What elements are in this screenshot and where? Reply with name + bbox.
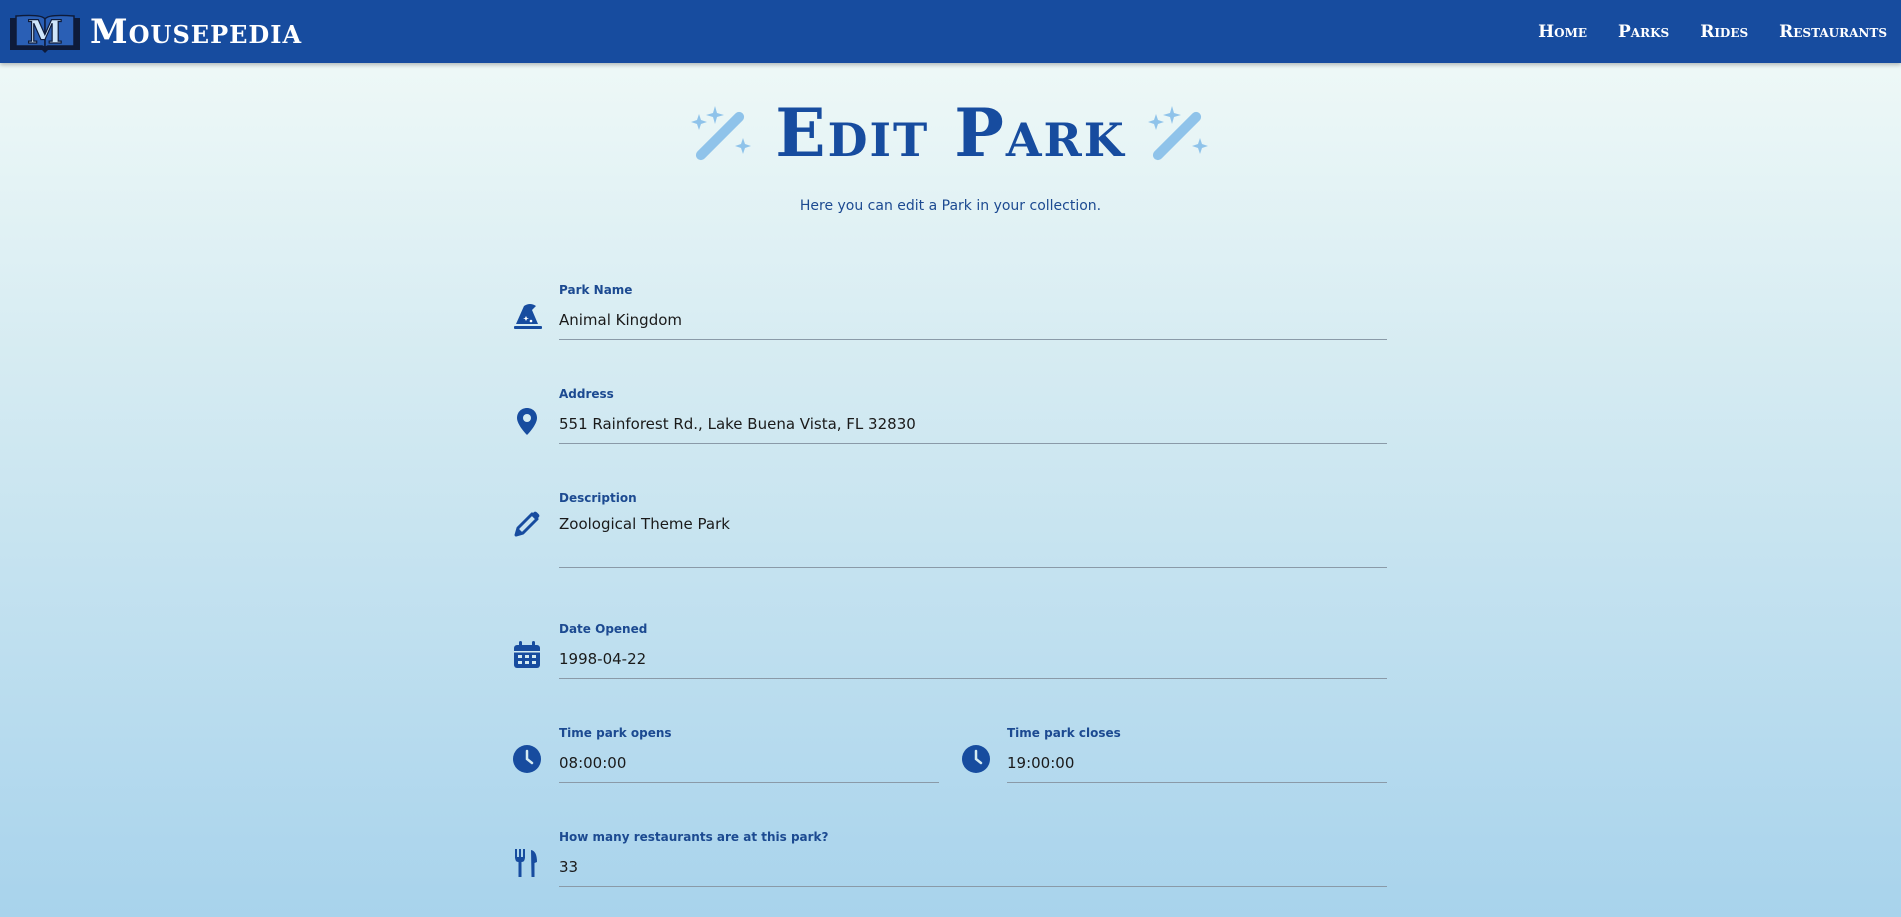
utensils-icon [515,849,537,877]
book-logo-icon: M [10,12,80,53]
time-closes-input[interactable] [1007,751,1387,783]
magic-wand-icon [691,106,752,161]
park-name-label: Park Name [559,283,633,297]
nav-parks-link[interactable]: Parks [1618,22,1669,42]
nav-restaurants-link[interactable]: Restaurants [1779,22,1887,42]
date-opened-input[interactable] [559,647,1387,679]
main-nav: Home Parks Rides Restaurants [1538,22,1887,42]
wizard-hat-icon [514,304,542,329]
clock-icon [513,745,541,773]
brand-home-link[interactable]: M Mousepedia [8,10,302,54]
magic-wand-icon [1147,106,1208,161]
top-navbar: M Mousepedia Home Parks Rides Restaurant… [0,0,1901,63]
clock-icon [962,745,990,773]
page-subtitle: Here you can edit a Park in your collect… [799,198,1102,214]
nav-rides-link[interactable]: Rides [1700,22,1748,42]
description-label: Description [559,491,637,505]
time-closes-label: Time park closes [1007,726,1121,740]
address-label: Address [559,387,614,401]
calendar-icon [514,641,540,668]
address-input[interactable] [559,412,1387,444]
brand-name: Mousepedia [90,11,303,52]
time-opens-label: Time park opens [559,726,672,740]
logo-letter: M [27,13,62,51]
park-name-input[interactable] [559,308,1387,340]
restaurant-count-input[interactable] [559,855,1387,887]
page-heading: Edit Park [0,98,1901,168]
description-textarea[interactable]: Zoological Theme Park [559,514,1387,568]
date-opened-label: Date Opened [559,622,648,636]
map-pin-icon [517,408,537,435]
restaurant-count-label: How many restaurants are at this park? [559,830,829,844]
page-title: Edit Park [775,94,1126,172]
time-opens-input[interactable] [559,751,939,783]
nav-home-link[interactable]: Home [1538,22,1587,42]
pencil-icon [514,511,540,537]
